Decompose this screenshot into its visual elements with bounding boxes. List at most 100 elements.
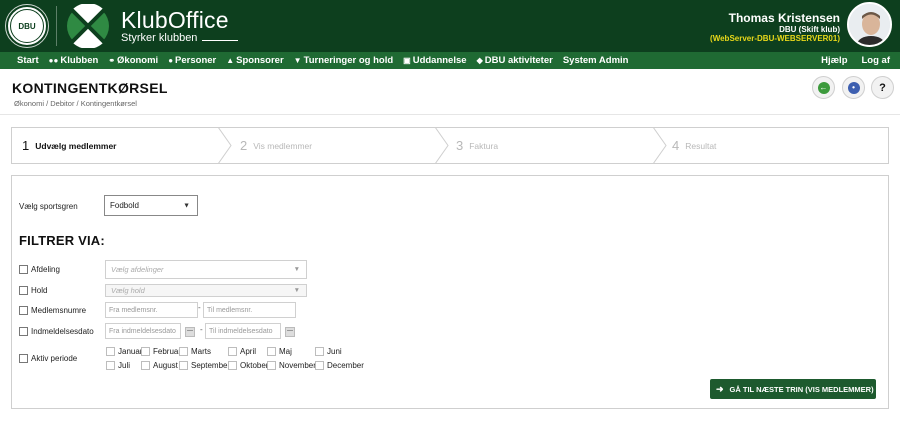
month-label: Januar xyxy=(118,347,143,356)
medlemsnumre-label: Medlemsnumre xyxy=(31,306,87,315)
to-date-input[interactable]: Til indmeldelsesdato xyxy=(205,323,281,339)
person-icon: ● xyxy=(168,56,174,65)
month-checkbox[interactable] xyxy=(179,361,188,370)
month-label: Juli xyxy=(118,361,131,370)
dbu-logo[interactable]: DBU xyxy=(5,4,49,48)
month-checkbox[interactable] xyxy=(141,361,150,370)
from-date-input[interactable]: Fra indmeldelsesdato xyxy=(105,323,181,339)
calendar-icon[interactable] xyxy=(285,327,295,337)
back-button[interactable]: ← xyxy=(812,76,835,99)
aktiv-periode-checkbox[interactable] xyxy=(19,354,28,363)
hold-label: Hold xyxy=(31,286,48,295)
page-title: KONTINGENTKØRSEL xyxy=(12,80,168,96)
nav-turneringer[interactable]: ▼ Turneringer og hold xyxy=(294,55,393,66)
help-link[interactable]: Hjælp xyxy=(821,55,847,66)
step-label: Vis medlemmer xyxy=(253,140,313,151)
sport-select[interactable]: Fodbold ▼ xyxy=(104,195,198,216)
wizard-step-3[interactable]: 3 Faktura xyxy=(456,128,498,163)
month-december[interactable]: December xyxy=(315,361,364,370)
nav-uddannelse[interactable]: ▣ Uddannelse xyxy=(403,55,466,66)
month-checkbox[interactable] xyxy=(228,361,237,370)
month-marts[interactable]: Marts xyxy=(179,347,211,356)
month-label: August xyxy=(153,361,178,370)
server-name: (WebServer-DBU-WEBSERVER01) xyxy=(710,34,840,43)
nav-personer-label: Personer xyxy=(175,55,217,66)
logout-link[interactable]: Log af xyxy=(862,55,891,66)
month-checkbox[interactable] xyxy=(106,347,115,356)
month-november[interactable]: November xyxy=(267,361,316,370)
nav-dbu-aktiviteter[interactable]: ◆ DBU aktiviteter xyxy=(477,55,553,66)
month-checkbox[interactable] xyxy=(106,361,115,370)
next-step-button[interactable]: ➜ GÅ TIL NÆSTE TRIN (VIS MEDLEMMER) xyxy=(710,379,876,399)
month-checkbox[interactable] xyxy=(315,347,324,356)
step-number: 3 xyxy=(456,138,464,153)
month-label: Februar xyxy=(153,347,182,356)
to-member-input[interactable]: Til medlemsnr. xyxy=(203,302,296,318)
info-button[interactable]: • xyxy=(842,76,865,99)
nav-sponsorer[interactable]: ▲ Sponsorer xyxy=(226,55,283,66)
step-label: Resultat xyxy=(685,140,717,151)
month-checkbox[interactable] xyxy=(315,361,324,370)
user-photo-icon xyxy=(849,4,890,45)
month-april[interactable]: April xyxy=(228,347,256,356)
month-august[interactable]: August xyxy=(141,361,178,370)
nav-klubben[interactable]: ●● Klubben xyxy=(49,55,99,66)
switch-club-link[interactable]: DBU (Skift klub) xyxy=(779,25,840,34)
member-range-dash: - xyxy=(198,303,201,312)
nav-start-label: Start xyxy=(17,55,39,66)
nav-personer[interactable]: ● Personer xyxy=(168,55,216,66)
month-maj[interactable]: Maj xyxy=(267,347,292,356)
nav-system-admin[interactable]: System Admin xyxy=(563,55,629,66)
nav-uddannelse-label: Uddannelse xyxy=(412,55,467,66)
afdeling-checkbox[interactable] xyxy=(19,265,28,274)
step-number: 1 xyxy=(22,138,30,153)
arrow-left-icon: ← xyxy=(817,81,830,94)
nav-right: Hjælp Log af xyxy=(807,52,890,69)
date-range-dash: - xyxy=(200,325,203,334)
month-checkbox[interactable] xyxy=(179,347,188,356)
caret-down-icon: ▼ xyxy=(293,266,300,273)
calendar-icon[interactable] xyxy=(185,327,195,337)
month-januar[interactable]: Januar xyxy=(106,347,142,356)
cap-icon: ◆ xyxy=(476,56,483,65)
kluboffice-logo-icon[interactable] xyxy=(66,4,110,48)
nav-turneringer-label: Turneringer og hold xyxy=(303,55,394,66)
indmeldelse-checkbox[interactable] xyxy=(19,327,28,336)
month-juni[interactable]: Juni xyxy=(315,347,342,356)
from-member-input[interactable]: Fra medlemsnr. xyxy=(105,302,198,318)
wizard-steps: 1 Udvælg medlemmer 2 Vis medlemmer 3 Fak… xyxy=(11,127,889,164)
wizard-step-4[interactable]: 4 Resultat xyxy=(672,128,716,163)
aktiv-periode-row: Aktiv periode xyxy=(19,354,77,363)
afdeling-placeholder: Vælg afdelinger xyxy=(111,265,164,274)
subtitle-underline xyxy=(202,40,238,41)
avatar[interactable] xyxy=(847,2,892,47)
month-checkbox[interactable] xyxy=(141,347,150,356)
month-checkbox[interactable] xyxy=(267,347,276,356)
month-oktober[interactable]: Oktober xyxy=(228,361,268,370)
help-button[interactable]: ? xyxy=(871,76,894,99)
caret-down-icon: ▼ xyxy=(293,287,300,294)
hold-checkbox[interactable] xyxy=(19,286,28,295)
wizard-step-1[interactable]: 1 Udvælg medlemmer xyxy=(22,128,116,163)
sport-label: Vælg sportsgren xyxy=(19,202,78,211)
afdeling-select[interactable]: Vælg afdelinger ▼ xyxy=(105,260,307,279)
month-februar[interactable]: Februar xyxy=(141,347,181,356)
to-member-placeholder: Til medlemsnr. xyxy=(207,306,253,314)
trophy-icon: ▼ xyxy=(293,56,302,65)
month-checkbox[interactable] xyxy=(228,347,237,356)
hold-select[interactable]: Vælg hold ▼ xyxy=(105,284,307,297)
sport-select-value: Fodbold xyxy=(110,201,139,210)
nav-start[interactable]: Start xyxy=(17,55,39,66)
month-checkbox[interactable] xyxy=(267,361,276,370)
dbu-logo-text: DBU xyxy=(18,21,36,31)
question-icon: ? xyxy=(879,81,886,94)
month-september[interactable]: September xyxy=(179,361,230,370)
month-juli[interactable]: Juli xyxy=(106,361,130,370)
sponsor-icon: ▲ xyxy=(226,56,235,65)
app-subtitle: Styrker klubben xyxy=(121,32,198,44)
wizard-step-2[interactable]: 2 Vis medlemmer xyxy=(240,128,312,163)
nav-okonomi[interactable]: ⚭ Økonomi xyxy=(108,55,158,66)
from-member-placeholder: Fra medlemsnr. xyxy=(109,306,158,314)
medlemsnumre-checkbox[interactable] xyxy=(19,306,28,315)
hold-row: Hold xyxy=(19,286,47,295)
